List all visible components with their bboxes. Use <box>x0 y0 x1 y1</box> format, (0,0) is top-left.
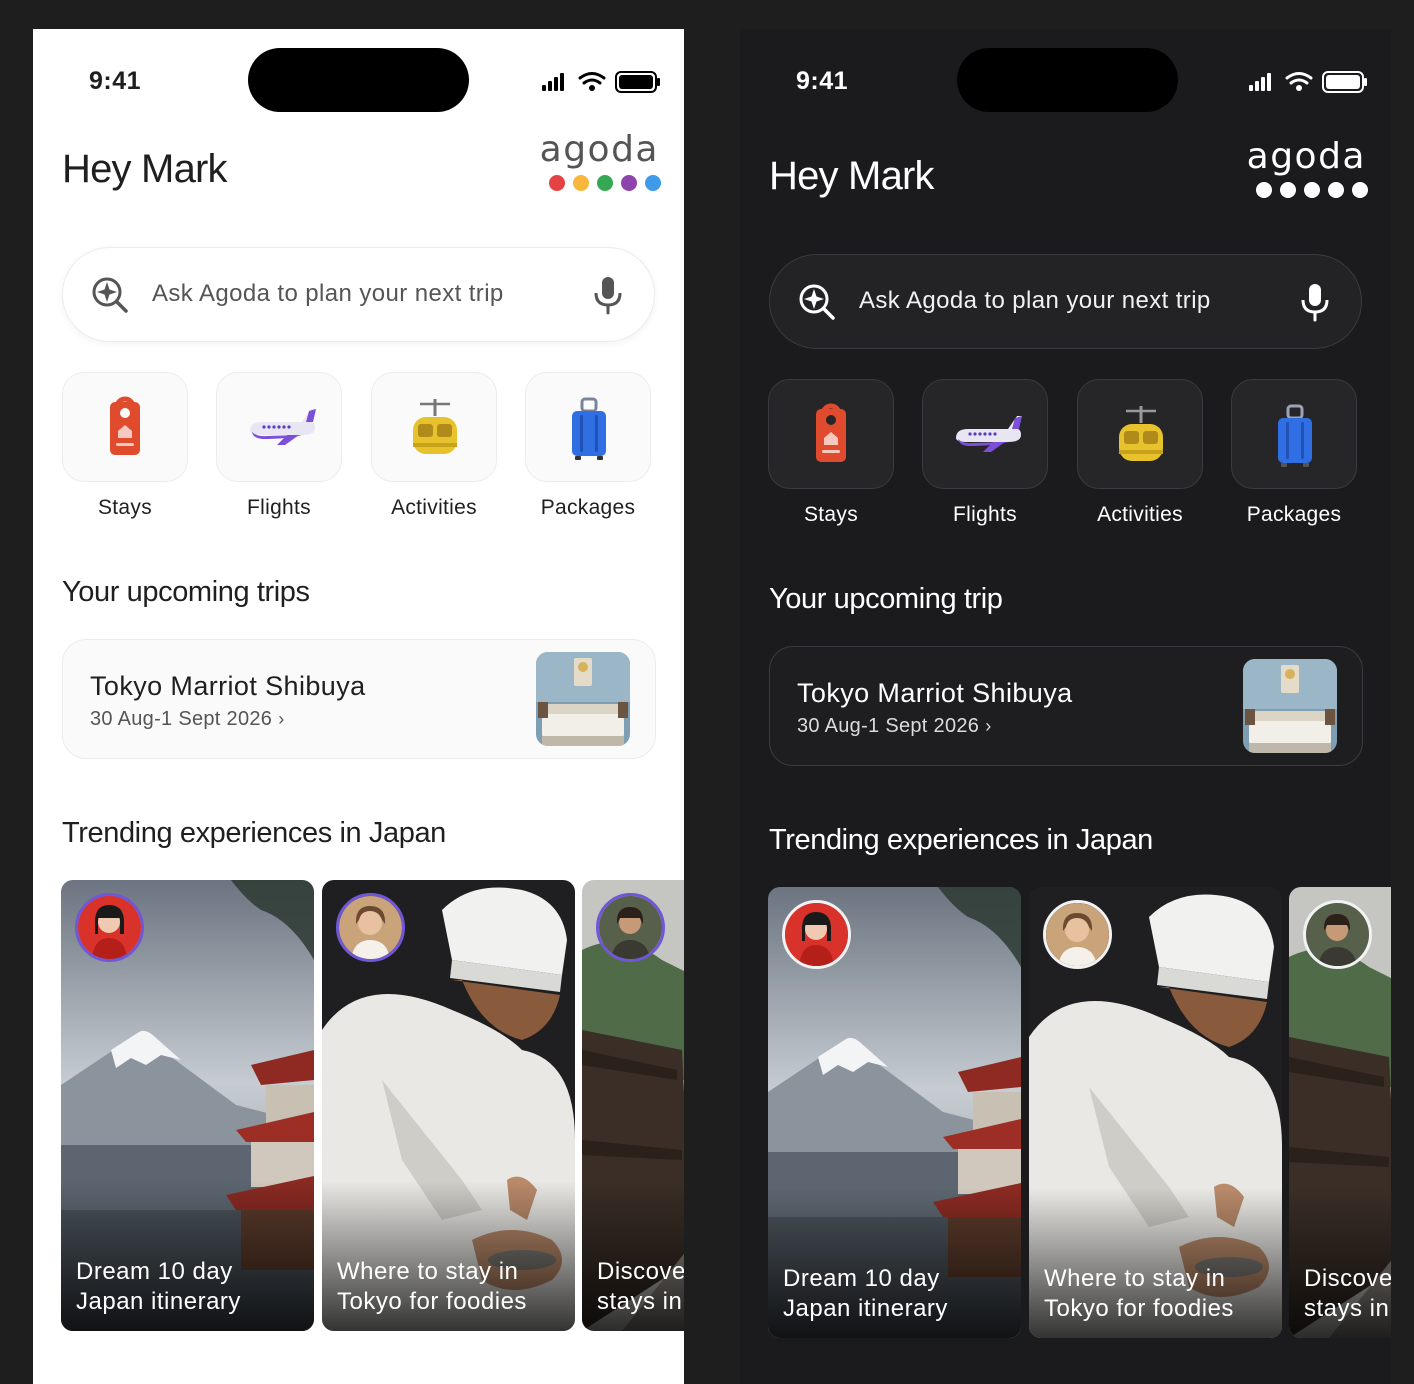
status-time: 9:41 <box>796 67 849 95</box>
logo-dots <box>549 175 661 191</box>
logo-dot <box>597 175 613 191</box>
cable-car-icon <box>1119 406 1163 461</box>
trip-card[interactable]: Tokyo Marriot Shibuya 30 Aug-1 Sept 2026… <box>769 646 1363 766</box>
category-label: Stays <box>97 496 153 519</box>
logo-dot <box>621 175 637 191</box>
trip-hotel-name: Tokyo Marriot Shibuya <box>90 671 366 701</box>
creator-avatar[interactable] <box>782 900 851 969</box>
battery-icon <box>615 71 660 93</box>
category-activities[interactable]: Activities <box>371 372 497 520</box>
logo-dot <box>1352 182 1368 198</box>
trending-title: Trending experiences in Japan <box>769 824 1153 856</box>
battery-icon <box>1322 71 1367 93</box>
logo-dots <box>1256 182 1368 198</box>
trip-card[interactable]: Tokyo Marriot Shibuya 30 Aug-1 Sept 2026… <box>62 639 656 759</box>
creator-avatar[interactable] <box>1043 900 1112 969</box>
creator-avatar[interactable] <box>596 893 665 962</box>
suitcase-icon <box>572 397 606 460</box>
greeting: Hey Mark <box>769 154 935 198</box>
upcoming-trips-title: Your upcoming trips <box>62 576 310 608</box>
category-stays[interactable]: Stays <box>768 379 894 527</box>
category-stays[interactable]: Stays <box>62 372 188 520</box>
airplane-icon <box>956 416 1022 452</box>
category-label: Activities <box>1097 503 1183 526</box>
experience-card-foodies[interactable]: Where to stay in Tokyo for foodies <box>1029 887 1282 1338</box>
greeting: Hey Mark <box>62 147 228 191</box>
door-hanger-icon <box>110 396 140 455</box>
cable-car-icon <box>413 399 457 454</box>
agoda-logo[interactable]: agoda <box>539 129 663 195</box>
microphone-icon[interactable] <box>1298 282 1332 322</box>
hotel-room-thumbnail <box>536 652 630 746</box>
search-bar[interactable]: Ask Agoda to plan your next trip <box>62 247 655 342</box>
experience-caption: Discover stays in <box>1304 1265 1391 1322</box>
category-packages[interactable]: Packages <box>525 372 651 520</box>
category-flights[interactable]: Flights <box>216 372 342 520</box>
category-label: Packages <box>540 496 636 519</box>
signal-icon <box>1249 73 1271 91</box>
logo-dot <box>1304 182 1320 198</box>
search-input[interactable]: Ask Agoda to plan your next trip <box>152 280 504 308</box>
status-icons <box>542 71 660 93</box>
logo-dot <box>1280 182 1296 198</box>
status-icons <box>1249 71 1367 93</box>
ai-search-icon[interactable] <box>798 283 836 321</box>
category-label: Stays <box>803 503 859 526</box>
search-input[interactable]: Ask Agoda to plan your next trip <box>859 287 1211 315</box>
experience-card-fuji[interactable]: Dream 10 day Japan itinerary <box>61 880 314 1331</box>
wifi-icon <box>578 72 606 85</box>
experience-caption: Discover stays in <box>597 1258 684 1315</box>
trip-hotel-name: Tokyo Marriot Shibuya <box>797 678 1073 708</box>
logo-dot <box>645 175 661 191</box>
category-label: Activities <box>391 496 477 519</box>
experience-caption: Dream 10 day Japan itinerary <box>76 1258 241 1315</box>
category-activities[interactable]: Activities <box>1077 379 1203 527</box>
microphone-icon[interactable] <box>591 275 625 315</box>
experience-card-stays[interactable]: Discover stays in <box>582 880 684 1331</box>
chevron-right-icon: › <box>278 709 285 729</box>
suitcase-icon <box>1278 404 1312 467</box>
creator-avatar[interactable] <box>75 893 144 962</box>
trip-dates: 30 Aug-1 Sept 2026 › <box>90 708 285 730</box>
creator-avatar[interactable] <box>1303 900 1372 969</box>
experience-card-fuji[interactable]: Dream 10 day Japan itinerary <box>768 887 1021 1338</box>
trending-title: Trending experiences in Japan <box>62 817 446 849</box>
signal-icon <box>542 73 564 91</box>
light-mode-phone: 9:41 Hey Mark agoda Ask Agoda to plan yo… <box>33 29 684 1384</box>
chevron-right-icon: › <box>985 716 992 736</box>
ai-search-icon[interactable] <box>91 276 129 314</box>
category-flights[interactable]: Flights <box>922 379 1048 527</box>
creator-avatar[interactable] <box>336 893 405 962</box>
logo-dot <box>1256 182 1272 198</box>
experience-caption: Dream 10 day Japan itinerary <box>783 1265 948 1322</box>
airplane-icon <box>250 409 316 445</box>
logo-wordmark: agoda <box>539 129 659 170</box>
status-time: 9:41 <box>89 67 142 95</box>
logo-dot <box>573 175 589 191</box>
dynamic-island <box>248 48 469 112</box>
trip-dates: 30 Aug-1 Sept 2026 › <box>797 715 992 737</box>
experience-caption: Where to stay in Tokyo for foodies <box>337 1258 527 1315</box>
experience-card-foodies[interactable]: Where to stay in Tokyo for foodies <box>322 880 575 1331</box>
category-label: Flights <box>247 496 311 519</box>
logo-dot <box>549 175 565 191</box>
dynamic-island <box>957 48 1178 112</box>
experience-card-stays[interactable]: Discover stays in <box>1289 887 1391 1338</box>
agoda-logo[interactable]: agoda <box>1246 136 1370 202</box>
upcoming-trips-title: Your upcoming trip <box>769 583 1003 615</box>
hotel-room-thumbnail <box>1243 659 1337 753</box>
logo-dot <box>1328 182 1344 198</box>
door-hanger-icon <box>816 403 846 462</box>
category-label: Flights <box>953 503 1017 526</box>
category-packages[interactable]: Packages <box>1231 379 1357 527</box>
wifi-icon <box>1285 72 1313 85</box>
experience-caption: Where to stay in Tokyo for foodies <box>1044 1265 1234 1322</box>
dark-mode-phone: 9:41 Hey Mark agoda Ask Agoda to plan yo… <box>740 29 1391 1384</box>
logo-wordmark: agoda <box>1246 136 1366 177</box>
search-bar[interactable]: Ask Agoda to plan your next trip <box>769 254 1362 349</box>
category-label: Packages <box>1246 503 1342 526</box>
